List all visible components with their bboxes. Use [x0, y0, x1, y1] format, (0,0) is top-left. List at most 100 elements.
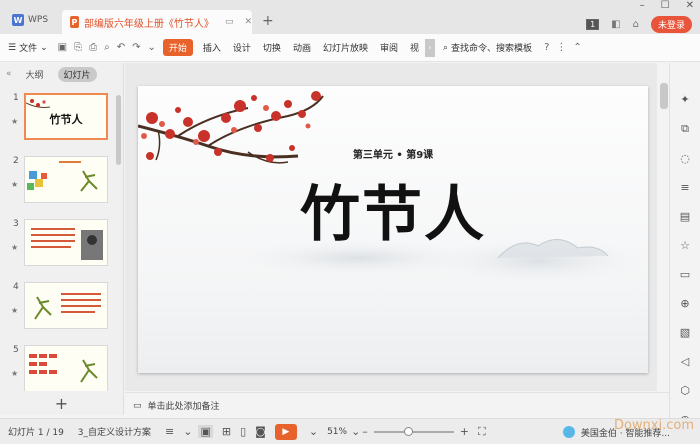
slide-title[interactable]: 竹节人 — [138, 166, 648, 253]
tab-monitor-icon[interactable]: ▭ — [225, 17, 234, 27]
command-search-label: 查找命令、搜索模板 — [451, 44, 533, 54]
slide-thumbnail[interactable] — [24, 282, 108, 329]
more-icon[interactable]: ⋮ — [556, 42, 566, 53]
slide-thumbnail-art — [31, 228, 103, 260]
zoom-out-icon[interactable]: – — [362, 425, 368, 438]
zoom-in-icon[interactable]: ⊕ — [680, 297, 689, 310]
normal-view-icon[interactable]: ▣ — [198, 425, 213, 438]
tab-close-icon[interactable]: ✕ — [244, 17, 252, 27]
preview-icon[interactable]: ⌕ — [104, 42, 110, 53]
play-options-chevron-icon[interactable]: ⌄ — [309, 425, 318, 438]
collapse-panel-icon[interactable]: « — [6, 69, 12, 79]
tab-review[interactable]: 审阅 — [380, 41, 398, 54]
shield-icon[interactable]: ⬡ — [680, 384, 690, 397]
star-icon: ★ — [11, 117, 19, 126]
zoom-slider[interactable] — [373, 426, 454, 436]
fit-window-icon[interactable]: ⛶ — [478, 425, 486, 439]
picture-icon[interactable]: ▧ — [680, 326, 690, 339]
gift-icon[interactable]: ⌂ — [633, 19, 639, 30]
ribbon-scroll-right-icon[interactable]: › — [425, 38, 435, 57]
close-window-icon[interactable]: ✕ — [686, 0, 694, 11]
view-dropdown-icon[interactable]: ⌄ — [183, 425, 192, 438]
slide-thumbnail-art — [27, 161, 98, 192]
slide-thumbnail[interactable] — [24, 345, 108, 392]
reading-view-icon[interactable]: ▯ — [240, 425, 246, 438]
slide-number: 2 — [13, 156, 19, 166]
zoom-level[interactable]: 51% — [327, 427, 347, 437]
tab-view[interactable]: 视 — [410, 41, 419, 54]
slide-canvas[interactable]: 第三单元 • 第9课 竹节人 — [138, 86, 648, 373]
canvas-scrollbar[interactable] — [660, 83, 668, 109]
slides-panel-scrollbar[interactable] — [116, 95, 121, 165]
slide-thumbnail-row[interactable]: 2 ★ — [0, 156, 116, 212]
right-task-pane: ✦ ⧉ ◌ ≡ ▤ ☆ ▭ ⊕ ▧ ◁ ⬡ ◷ — [669, 63, 700, 426]
file-menu-button[interactable]: ☰ 文件 ⌄ — [8, 41, 48, 55]
zoom-in-icon[interactable]: + — [460, 425, 469, 438]
magic-wand-icon[interactable]: ✦ — [680, 93, 689, 106]
star-icon: ★ — [11, 306, 19, 315]
slide-thumbnail[interactable]: 竹节人 — [24, 93, 108, 140]
slides-panel-header: « 大纲 幻灯片 — [0, 63, 123, 85]
slide-subtitle[interactable]: 第三单元 • 第9课 — [138, 146, 648, 161]
tab-design[interactable]: 设计 — [233, 41, 251, 54]
new-tab-button[interactable]: + — [262, 14, 274, 28]
skin-icon[interactable]: ◧ — [611, 19, 620, 30]
tab-slides[interactable]: 幻灯片 — [57, 66, 97, 82]
maximize-icon[interactable]: ☐ — [661, 0, 670, 11]
theme-name[interactable]: 3_自定义设计方案 — [78, 425, 151, 438]
notes-toggle-icon[interactable]: ≡ — [165, 425, 174, 438]
notes-placeholder[interactable]: 单击此处添加备注 — [148, 399, 220, 412]
tab-slideshow[interactable]: 幻灯片放映 — [323, 41, 368, 54]
redo-icon[interactable]: ↷ — [132, 42, 140, 53]
slide-thumbnail[interactable] — [24, 219, 108, 266]
slide-thumbnail-row[interactable]: 3 ★ — [0, 219, 116, 275]
window-count-badge[interactable]: 1 — [586, 19, 600, 30]
slide-number: 5 — [13, 345, 19, 355]
star-icon: ★ — [11, 369, 19, 378]
slide-thumbnail-row[interactable]: 1 ★ 竹节人 — [0, 93, 116, 149]
slides-panel: « 大纲 幻灯片 1 ★ 竹节人 2 ★ 3 ★ 4 ★ 5 ★ — [0, 63, 124, 392]
layout-icon[interactable]: ▭ — [680, 268, 690, 281]
zoom-slider-handle[interactable] — [403, 426, 413, 436]
help-icon[interactable]: ? — [544, 42, 549, 53]
image-frame-icon[interactable]: ▤ — [680, 210, 690, 223]
tab-outline[interactable]: 大纲 — [20, 67, 50, 82]
slide-sorter-icon[interactable]: ⊞ — [222, 425, 231, 438]
zoom-chevron-icon[interactable]: ⌄ — [351, 425, 360, 438]
document-title: 部编版六年级上册《竹节人》 — [83, 18, 214, 30]
login-button[interactable]: 未登录 — [650, 16, 692, 33]
copy-icon[interactable]: ⧉ — [681, 122, 689, 136]
minimize-icon[interactable]: – — [640, 0, 645, 11]
slide-thumbnail-row[interactable]: 4 ★ — [0, 282, 116, 338]
app-center-icon[interactable] — [562, 426, 575, 438]
tab-animation[interactable]: 动画 — [293, 41, 311, 54]
document-tab[interactable]: P 部编版六年级上册《竹节人》 ▭ ✕ — [62, 10, 252, 34]
undo-icon[interactable]: ↶ — [117, 42, 125, 53]
save-icon[interactable]: ▣ — [58, 42, 67, 53]
search-icon: ⌕ — [443, 42, 449, 53]
watermark: Downxi.com — [613, 418, 694, 433]
command-search[interactable]: ⌕ 查找命令、搜索模板 — [443, 41, 533, 55]
star-icon: ★ — [11, 180, 19, 189]
tab-transition[interactable]: 切换 — [263, 41, 281, 54]
speaker-icon[interactable]: ◁ — [681, 355, 689, 368]
notes-bar[interactable]: ▭ 单击此处添加备注 — [125, 392, 669, 418]
export-icon[interactable]: ⎘ — [74, 42, 82, 53]
print-icon[interactable]: ⎙ — [89, 42, 97, 53]
slide-thumbnail-art — [29, 354, 98, 383]
quick-access-chevron-icon[interactable]: ⌄ — [147, 42, 155, 53]
status-bar: 幻灯片 1 / 19 3_自定义设计方案 ≡ ⌄ ▣ ⊞ ▯ ◙ ▶ ⌄ 51%… — [0, 418, 700, 444]
titlebar-actions: 1 ◧ ⌂ 未登录 — [586, 16, 692, 33]
sliders-icon[interactable]: ≡ — [680, 181, 689, 194]
play-slideshow-button[interactable]: ▶ — [274, 423, 297, 440]
tab-home[interactable]: 开始 — [162, 39, 193, 56]
slide-thumbnail[interactable] — [24, 156, 108, 203]
star-outline-icon[interactable]: ☆ — [680, 239, 690, 252]
presenter-icon[interactable]: ◙ — [255, 425, 266, 438]
add-slide-button[interactable]: + — [0, 391, 124, 415]
shapes-icon[interactable]: ◌ — [680, 152, 690, 165]
slide-thumbnail-art — [34, 293, 101, 320]
tab-insert[interactable]: 插入 — [203, 41, 221, 54]
wps-home-tab[interactable]: W WPS — [6, 10, 56, 30]
collapse-ribbon-icon[interactable]: ⌃ — [573, 42, 581, 53]
